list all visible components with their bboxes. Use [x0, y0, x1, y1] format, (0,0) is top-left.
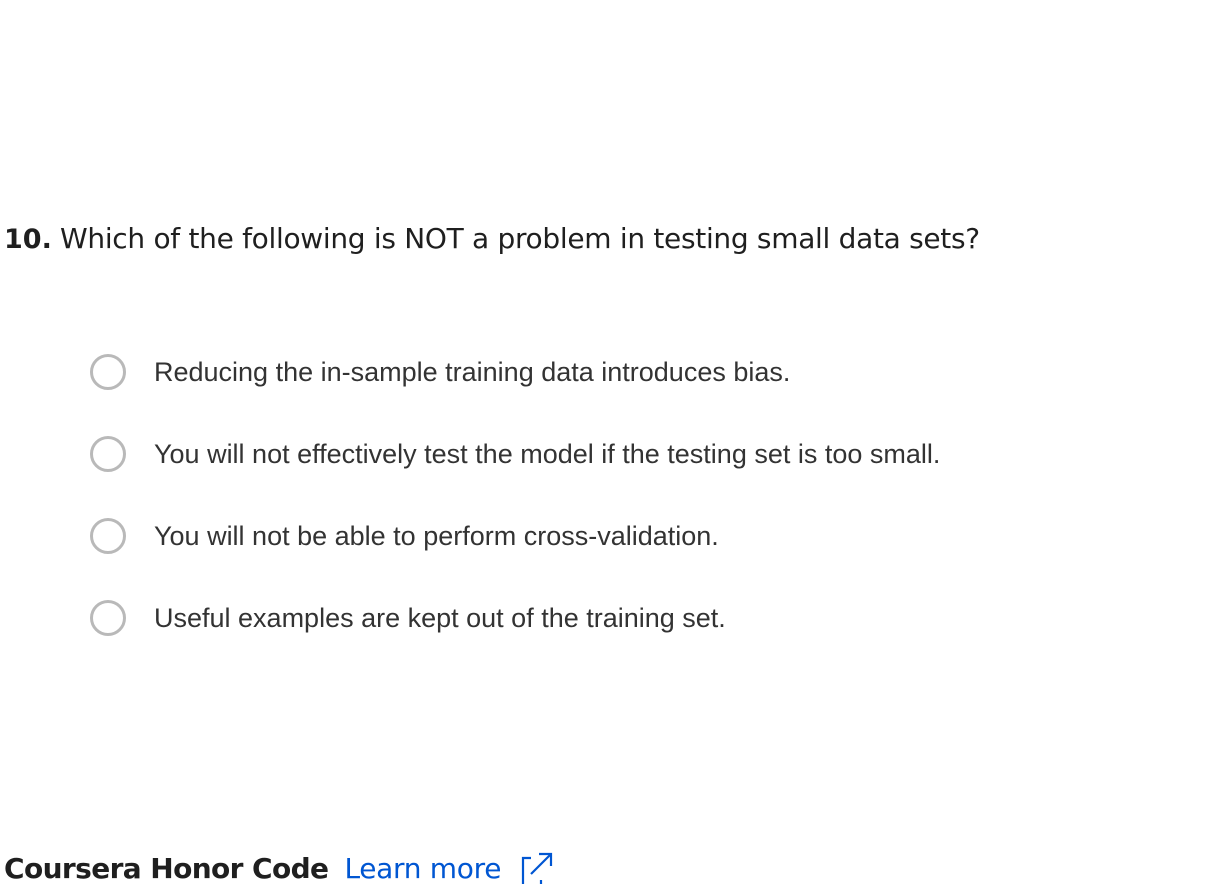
answer-option-label: You will not effectively test the model …: [154, 438, 941, 469]
answer-options: Reducing the in-sample training data int…: [90, 350, 940, 678]
honor-code-footer: Coursera Honor Code Learn more: [4, 848, 557, 888]
answer-option-label: You will not be able to perform cross-va…: [154, 520, 719, 551]
radio-button-4[interactable]: [90, 600, 126, 636]
learn-more-label: Learn more: [344, 851, 502, 885]
answer-option-4[interactable]: Useful examples are kept out of the trai…: [90, 596, 940, 640]
answer-option-1[interactable]: Reducing the in-sample training data int…: [90, 350, 940, 394]
question-number: 10.: [4, 224, 52, 255]
radio-button-1[interactable]: [90, 354, 126, 390]
answer-option-2[interactable]: You will not effectively test the model …: [90, 432, 940, 476]
external-link-icon: [517, 850, 557, 886]
answer-option-3[interactable]: You will not be able to perform cross-va…: [90, 514, 940, 558]
radio-button-3[interactable]: [90, 518, 126, 554]
question-text: Which of the following is NOT a problem …: [60, 222, 980, 255]
honor-code-title: Coursera Honor Code: [4, 851, 329, 885]
answer-option-label: Useful examples are kept out of the trai…: [154, 602, 726, 633]
answer-option-label: Reducing the in-sample training data int…: [154, 356, 791, 387]
question-header: 10. Which of the following is NOT a prob…: [4, 222, 980, 255]
radio-button-2[interactable]: [90, 436, 126, 472]
learn-more-link[interactable]: Learn more: [344, 850, 557, 886]
